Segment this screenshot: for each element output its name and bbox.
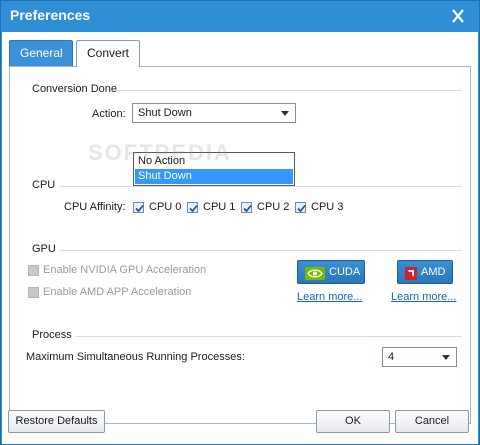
restore-defaults-button[interactable]: Restore Defaults (8, 410, 105, 433)
nvidia-acceleration-label: Enable NVIDIA GPU Acceleration (43, 264, 207, 276)
section-title-process: Process (32, 329, 72, 341)
divider (60, 250, 462, 251)
cuda-button-label: CUDA (329, 266, 361, 278)
cpu-2-label: CPU 2 (257, 201, 290, 213)
preferences-window: Preferences General Convert Conversion D… (0, 0, 480, 445)
cpu-0-checkbox[interactable] (133, 202, 144, 213)
learn-more-amd-link[interactable]: Learn more... (391, 291, 456, 303)
nvidia-eye-icon (305, 266, 325, 288)
section-title-conversion: Conversion Done (32, 83, 117, 95)
cpu-affinity-label: CPU Affinity: (64, 201, 126, 213)
learn-more-cuda-link[interactable]: Learn more... (297, 291, 362, 303)
tab-convert[interactable]: Convert (76, 40, 140, 67)
amd-acceleration-checkbox[interactable] (28, 287, 39, 298)
action-select-value: Shut Down (138, 107, 192, 119)
dropdown-option-no-action[interactable]: No Action (135, 154, 293, 169)
max-processes-select[interactable]: 4 (382, 347, 457, 367)
cuda-button[interactable]: CUDA (297, 260, 365, 284)
section-title-cpu: CPU (32, 179, 56, 191)
max-processes-label: Maximum Simultaneous Running Processes: (26, 351, 245, 363)
divider (60, 186, 462, 187)
max-processes-value: 4 (388, 351, 395, 363)
cpu-2-checkbox[interactable] (241, 202, 252, 213)
amd-button-label: AMD (421, 266, 446, 278)
cpu-1-label: CPU 1 (203, 201, 236, 213)
cpu-3-checkbox[interactable] (295, 202, 306, 213)
close-icon[interactable] (447, 6, 469, 26)
title-bar: Preferences (1, 1, 479, 31)
cpu-1-checkbox[interactable] (187, 202, 198, 213)
nvidia-acceleration-checkbox[interactable] (28, 265, 39, 276)
cpu-0-label: CPU 0 (149, 201, 182, 213)
chevron-down-icon (281, 111, 289, 116)
divider (76, 336, 462, 337)
action-dropdown-list: No Action Shut Down (133, 152, 295, 186)
dialog-body: General Convert Conversion Done Action: … (2, 32, 478, 444)
convert-panel: Conversion Done Action: Shut Down No Act… (9, 66, 471, 424)
cancel-button[interactable]: Cancel (395, 410, 469, 433)
amd-acceleration-label: Enable AMD APP Acceleration (43, 286, 192, 298)
tab-general[interactable]: General (9, 40, 73, 66)
amd-logo-icon (405, 266, 417, 288)
amd-button[interactable]: AMD (397, 260, 453, 284)
section-title-gpu: GPU (32, 243, 56, 255)
divider (116, 90, 462, 91)
chevron-down-icon (442, 355, 450, 360)
action-select[interactable]: Shut Down (132, 103, 296, 123)
action-label: Action: (92, 108, 126, 120)
window-title: Preferences (10, 7, 91, 23)
cpu-3-label: CPU 3 (311, 201, 344, 213)
dropdown-option-shut-down[interactable]: Shut Down (135, 169, 293, 184)
ok-button[interactable]: OK (316, 410, 390, 433)
